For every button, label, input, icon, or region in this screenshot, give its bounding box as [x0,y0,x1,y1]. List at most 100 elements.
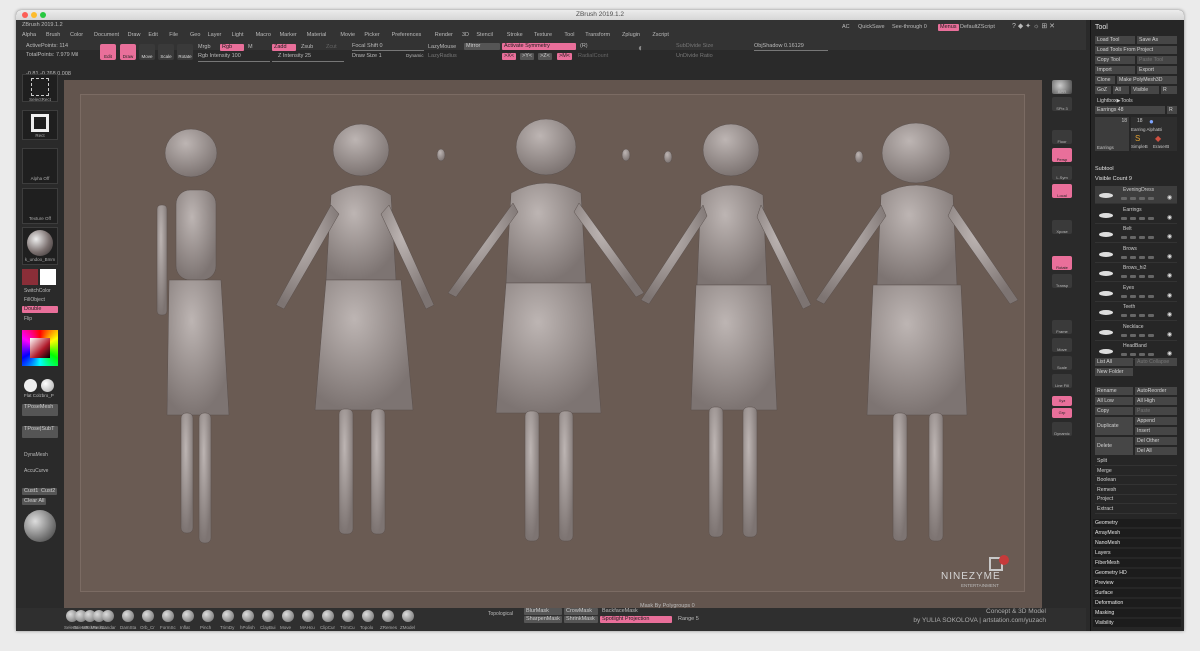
dynamesh-button[interactable]: DynaMesh [24,452,48,458]
tool-thumbnails[interactable]: 18 ● Earring AlphaBi S ◆ SimpleB EraserB [1131,117,1177,151]
frame-button[interactable]: Frame [1052,320,1072,334]
section-split[interactable]: Split [1095,457,1177,466]
subtool-toggle-icon[interactable] [1130,333,1136,337]
brush-inflat-icon[interactable] [182,610,194,622]
palette-nanomesh[interactable]: NanoMesh [1093,539,1181,547]
grp-button[interactable]: Grp [1052,408,1072,418]
palette-geometry[interactable]: Geometry [1093,519,1181,527]
menu-edit[interactable]: Edit [148,32,157,38]
subtool-toggle-icon[interactable] [1139,197,1145,200]
subtool-toggle-icon[interactable] [1139,236,1145,239]
rgb-button[interactable]: Rgb [220,44,244,51]
tpose-subt-button[interactable]: TPose|SubT [22,426,58,438]
palette-preview[interactable]: Preview [1093,579,1181,587]
scale-view-button[interactable]: Scale [1052,356,1072,370]
clear-all-button[interactable]: Clear All [22,498,47,505]
mirror-button[interactable]: Mirror [464,43,500,50]
blurmask-button[interactable]: BlurMask [524,608,562,615]
eye-icon[interactable]: ◉ [1167,331,1172,338]
subtool-toggle-icon[interactable] [1130,216,1136,220]
menu-color[interactable]: Color [70,32,83,38]
lazymouse-button[interactable]: LazyMouse [428,44,456,50]
paste-button[interactable]: Paste [1135,407,1177,415]
delete-button[interactable]: Delete [1095,437,1133,455]
earring-alpha-icon[interactable]: ● [1149,117,1154,126]
viewport-canvas[interactable]: NINEZYME ENTERTAINMENT [64,80,1042,608]
goz-button[interactable]: GoZ [1095,86,1111,94]
brush-clipcur-icon[interactable] [322,610,334,622]
all-low-button[interactable]: All Low [1095,397,1133,405]
del-other-button[interactable]: Del Other [1135,437,1177,445]
eye-icon[interactable]: ◉ [1167,311,1172,318]
simple-brush-icon[interactable]: S [1135,134,1140,143]
sharpenmask-button[interactable]: SharpenMask [524,616,562,623]
copy-tool-button[interactable]: Copy Tool [1095,56,1135,64]
move-button[interactable]: Move [139,44,155,60]
palette-masking[interactable]: Masking [1093,609,1181,617]
del-all-button[interactable]: Del All [1135,447,1177,455]
subtool-toggle-icon[interactable] [1148,333,1154,337]
zadd-button[interactable]: Zadd [272,44,296,51]
main-color-swatch[interactable] [22,269,38,285]
auto-collapse-button[interactable]: Auto Collapse [1135,358,1177,366]
subtool-toggle-icon[interactable] [1148,294,1154,298]
subtool-toggle-icon[interactable] [1130,236,1136,239]
load-tools-project-button[interactable]: Load Tools From Project [1095,46,1177,54]
zbrush-material[interactable] [41,379,54,392]
backfacemask-button[interactable]: BackfaceMask [602,608,638,614]
m-axis-button[interactable]: >M< [557,53,573,60]
z-axis-button[interactable]: >Z< [538,53,552,60]
material-button[interactable]: k_undoo_Bmm [22,227,58,265]
eye-icon[interactable]: ◉ [1167,272,1172,279]
menu-light[interactable]: Light [232,32,244,38]
subtool-toggle-icon[interactable] [1130,314,1136,317]
dynamic-button[interactable]: Dynamic [406,53,424,58]
double-button[interactable]: Double [22,306,58,313]
eye-icon[interactable]: ◉ [1167,253,1172,260]
menu-transform[interactable]: Transform [585,32,610,38]
menu-document[interactable]: Document [94,32,119,38]
subtool-toggle-icon[interactable] [1139,294,1145,298]
subtool-toggle-icon[interactable] [1139,255,1145,259]
palette-arraymesh[interactable]: ArrayMesh [1093,529,1181,537]
flip-button[interactable]: Flip [24,316,32,322]
shrinkmask-button[interactable]: ShrinkMask [564,616,598,623]
subtool-item[interactable]: Teeth ◉ [1095,303,1177,321]
subtool-toggle-icon[interactable] [1130,197,1136,200]
menu-tool[interactable]: Tool [564,32,574,38]
switchcolor-button[interactable]: SwitchColor [24,288,51,294]
spix-button[interactable]: SPix 3 [1052,97,1072,111]
all-high-button[interactable]: All High [1135,397,1177,405]
palette-visibility[interactable]: Visibility [1093,619,1181,627]
insert-button[interactable]: Insert [1135,427,1177,435]
xyz-button[interactable]: Xyz [1052,396,1072,406]
brush-trimcu-icon[interactable] [342,610,354,622]
subtool-toggle-icon[interactable] [1121,314,1127,317]
subtool-item[interactable]: Brows_hi2 ◉ [1095,264,1177,282]
brush-mahcu-icon[interactable] [302,610,314,622]
subtool-toggle-icon[interactable] [1121,197,1127,200]
subtool-toggle-icon[interactable] [1139,353,1145,356]
brush-zmodel-icon[interactable] [402,610,414,622]
menu-3d[interactable]: 3D [462,32,469,38]
focal-shift-slider[interactable]: Focal Shift 0 [352,43,383,49]
menu-movie[interactable]: Movie [340,32,355,38]
subtool-toggle-icon[interactable] [1121,236,1127,239]
cust2-button[interactable]: Cust2 [39,488,58,495]
visible-count-slider[interactable]: Visible Count 9 [1095,176,1132,182]
section-boolean[interactable]: Boolean [1095,476,1177,485]
subtool-toggle-icon[interactable] [1139,275,1145,278]
see-through-slider[interactable]: See-through 0 [892,24,927,30]
x-axis-button[interactable]: >X< [502,53,517,60]
accucurve-button[interactable]: AccuCurve [24,468,48,474]
subtool-toggle-icon[interactable] [1121,275,1127,278]
earrings-slider[interactable]: Earrings 48 [1095,106,1165,114]
edit-button[interactable]: Edit [100,44,116,60]
subtool-item[interactable]: EveningDress ◉ [1095,186,1177,204]
export-button[interactable]: Export [1137,66,1177,74]
m-button[interactable]: M [248,44,253,50]
help-icon[interactable]: ? ◆ ✦ ☼ ⊞ ✕ [1012,22,1055,30]
palette-fibermesh[interactable]: FiberMesh [1093,559,1181,567]
subtool-item[interactable]: Belt ◉ [1095,225,1177,243]
tposemesh-button[interactable]: TPoseMesh [22,404,58,416]
